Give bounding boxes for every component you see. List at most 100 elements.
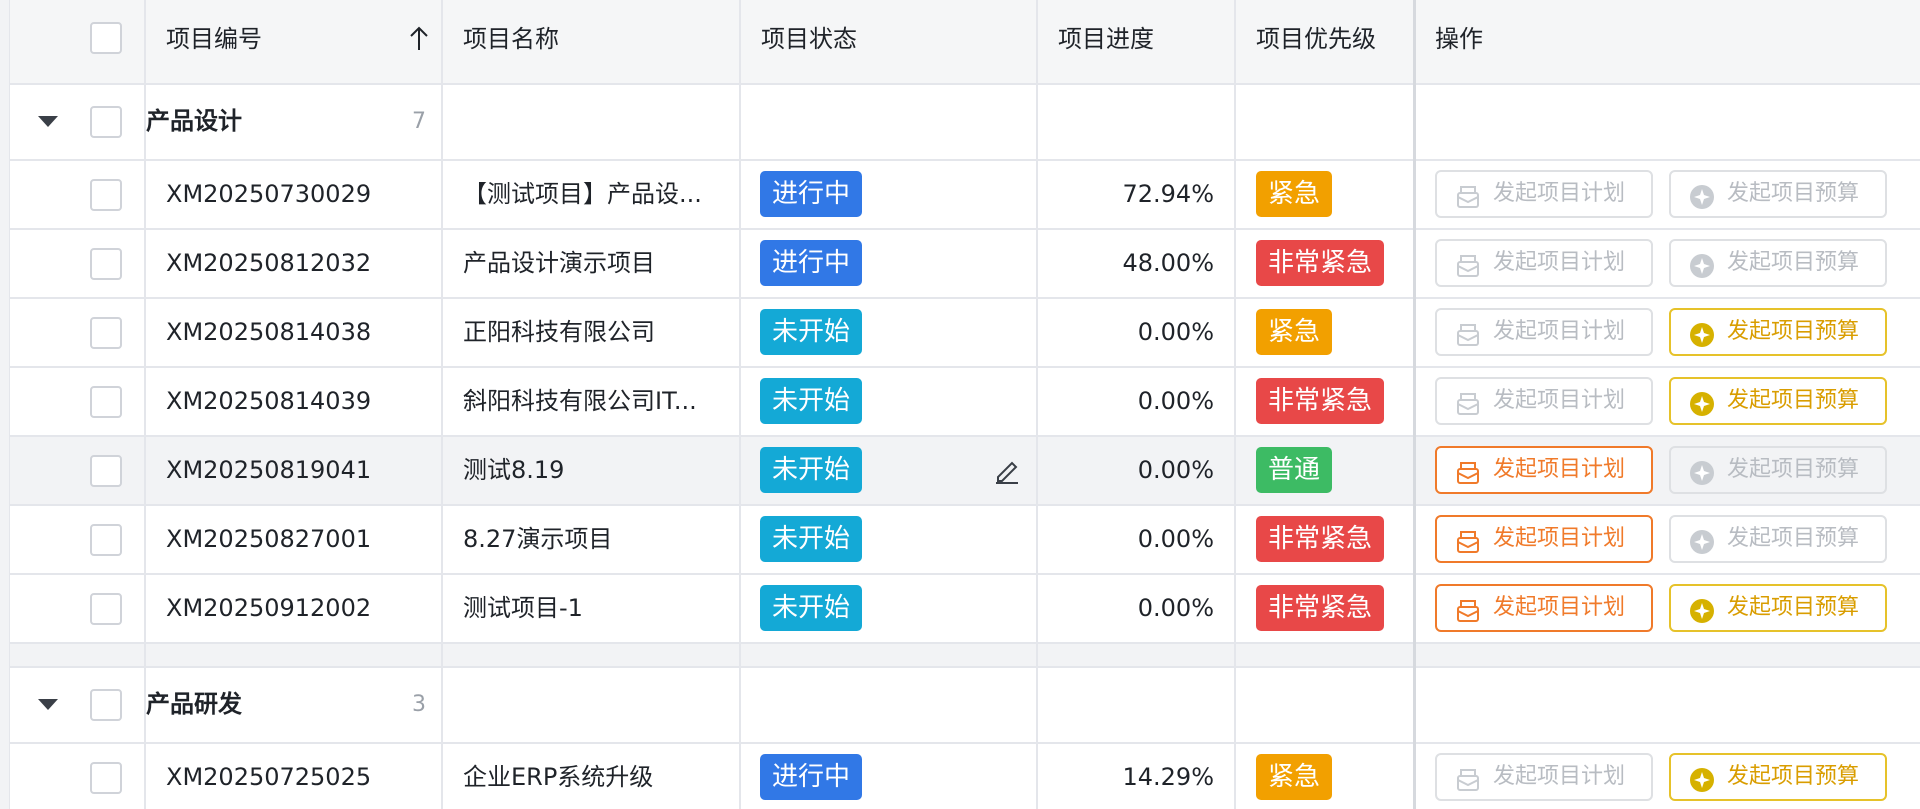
row-divider	[10, 573, 1920, 575]
column-header-actions[interactable]: 操作	[1435, 0, 1483, 84]
launch-budget-label: 发起项目预算	[1727, 250, 1860, 275]
project-name[interactable]: 8.27演示项目	[463, 505, 612, 574]
left-gutter	[0, 0, 10, 809]
launch-plan-button[interactable]: 发起项目计划	[1435, 239, 1653, 287]
group-name: 产品研发	[146, 690, 242, 718]
row-divider	[10, 297, 1920, 299]
priority-badge: 非常紧急	[1256, 240, 1385, 286]
status-badge: 未开始	[760, 447, 863, 493]
group-header-row	[10, 667, 1920, 743]
project-name[interactable]: 企业ERP系统升级	[463, 743, 653, 809]
row-checkbox[interactable]	[90, 455, 122, 487]
envelope-open-icon	[1455, 251, 1481, 277]
project-name[interactable]: 斜阳科技有限公司IT...	[463, 367, 697, 436]
select-all-checkbox[interactable]	[90, 22, 122, 54]
progress-value: 0.00%	[1137, 318, 1214, 346]
column-header-code[interactable]: 项目编号	[166, 0, 262, 84]
group-count: 3	[412, 692, 426, 717]
table-header	[10, 0, 1920, 84]
progress-value: 0.00%	[1137, 594, 1214, 622]
launch-plan-label: 发起项目计划	[1493, 526, 1626, 551]
project-code: XM20250730029	[166, 180, 372, 208]
column-header-status[interactable]: 项目状态	[761, 0, 857, 84]
progress-value: 48.00%	[1122, 249, 1214, 277]
priority-badge: 非常紧急	[1256, 585, 1385, 631]
sparkle-coin-icon	[1689, 765, 1715, 792]
envelope-open-icon	[1455, 389, 1481, 415]
status-badge: 未开始	[760, 378, 863, 424]
envelope-open-icon	[1455, 527, 1481, 553]
launch-budget-label: 发起项目预算	[1727, 526, 1860, 551]
column-header-progress[interactable]: 项目进度	[1058, 0, 1154, 84]
edit-pencil-icon[interactable]	[993, 456, 1021, 484]
row-divider	[10, 642, 1920, 644]
column-divider	[1036, 0, 1038, 809]
launch-budget-label: 发起项目预算	[1727, 181, 1860, 206]
project-code: XM20250819041	[166, 456, 372, 484]
project-name[interactable]: 产品设计演示项目	[463, 229, 655, 298]
launch-budget-button[interactable]: 发起项目预算	[1669, 446, 1887, 494]
launch-plan-button[interactable]: 发起项目计划	[1435, 584, 1653, 632]
row-checkbox[interactable]	[90, 386, 122, 418]
caret-down-icon[interactable]	[38, 699, 58, 710]
row-divider	[10, 742, 1920, 744]
launch-plan-label: 发起项目计划	[1493, 250, 1626, 275]
row-checkbox[interactable]	[90, 593, 122, 625]
launch-plan-label: 发起项目计划	[1493, 457, 1626, 482]
row-divider	[10, 666, 1920, 668]
launch-budget-button[interactable]: 发起项目预算	[1669, 584, 1887, 632]
project-name[interactable]: 【测试项目】产品设...	[463, 160, 702, 229]
column-divider	[1234, 0, 1236, 809]
envelope-open-icon	[1455, 458, 1481, 484]
launch-budget-button[interactable]: 发起项目预算	[1669, 239, 1887, 287]
status-badge: 未开始	[760, 585, 863, 631]
column-header-priority[interactable]: 项目优先级	[1256, 0, 1376, 84]
group-checkbox[interactable]	[90, 106, 122, 138]
group-count: 7	[412, 109, 426, 134]
launch-budget-button[interactable]: 发起项目预算	[1669, 753, 1887, 801]
launch-plan-label: 发起项目计划	[1493, 319, 1626, 344]
group-checkbox[interactable]	[90, 689, 122, 721]
row-checkbox[interactable]	[90, 317, 122, 349]
project-name[interactable]: 正阳科技有限公司	[463, 298, 655, 367]
priority-badge: 紧急	[1256, 754, 1333, 800]
launch-budget-label: 发起项目预算	[1727, 595, 1860, 620]
launch-plan-label: 发起项目计划	[1493, 764, 1626, 789]
launch-plan-button[interactable]: 发起项目计划	[1435, 446, 1653, 494]
row-divider	[10, 83, 1920, 85]
row-checkbox[interactable]	[90, 248, 122, 280]
project-code: XM20250912002	[166, 594, 372, 622]
status-badge: 进行中	[760, 754, 863, 800]
launch-plan-label: 发起项目计划	[1493, 181, 1626, 206]
row-checkbox[interactable]	[90, 179, 122, 211]
sparkle-coin-icon	[1689, 251, 1715, 278]
launch-plan-button[interactable]: 发起项目计划	[1435, 377, 1653, 425]
project-name[interactable]: 测试8.19	[463, 436, 564, 505]
project-code: XM20250812032	[166, 249, 372, 277]
launch-budget-button[interactable]: 发起项目预算	[1669, 377, 1887, 425]
launch-plan-button[interactable]: 发起项目计划	[1435, 170, 1653, 218]
row-divider	[10, 504, 1920, 506]
group-name: 产品设计	[146, 107, 242, 135]
launch-budget-label: 发起项目预算	[1727, 319, 1860, 344]
project-name[interactable]: 测试项目-1	[463, 574, 583, 643]
sparkle-coin-icon	[1689, 458, 1715, 485]
launch-plan-button[interactable]: 发起项目计划	[1435, 753, 1653, 801]
caret-down-icon[interactable]	[38, 116, 58, 127]
row-checkbox[interactable]	[90, 524, 122, 556]
launch-budget-button[interactable]: 发起项目预算	[1669, 515, 1887, 563]
row-checkbox[interactable]	[90, 762, 122, 794]
sparkle-coin-icon	[1689, 320, 1715, 347]
sparkle-coin-icon	[1689, 182, 1715, 209]
progress-value: 72.94%	[1122, 180, 1214, 208]
launch-plan-button[interactable]: 发起项目计划	[1435, 515, 1653, 563]
column-header-name[interactable]: 项目名称	[463, 0, 559, 84]
arrow-up-icon[interactable]	[408, 26, 430, 52]
sparkle-coin-icon	[1689, 596, 1715, 623]
launch-budget-button[interactable]: 发起项目预算	[1669, 308, 1887, 356]
launch-plan-label: 发起项目计划	[1493, 595, 1626, 620]
progress-value: 0.00%	[1137, 387, 1214, 415]
launch-plan-button[interactable]: 发起项目计划	[1435, 308, 1653, 356]
launch-budget-button[interactable]: 发起项目预算	[1669, 170, 1887, 218]
project-code: XM20250725025	[166, 763, 372, 791]
